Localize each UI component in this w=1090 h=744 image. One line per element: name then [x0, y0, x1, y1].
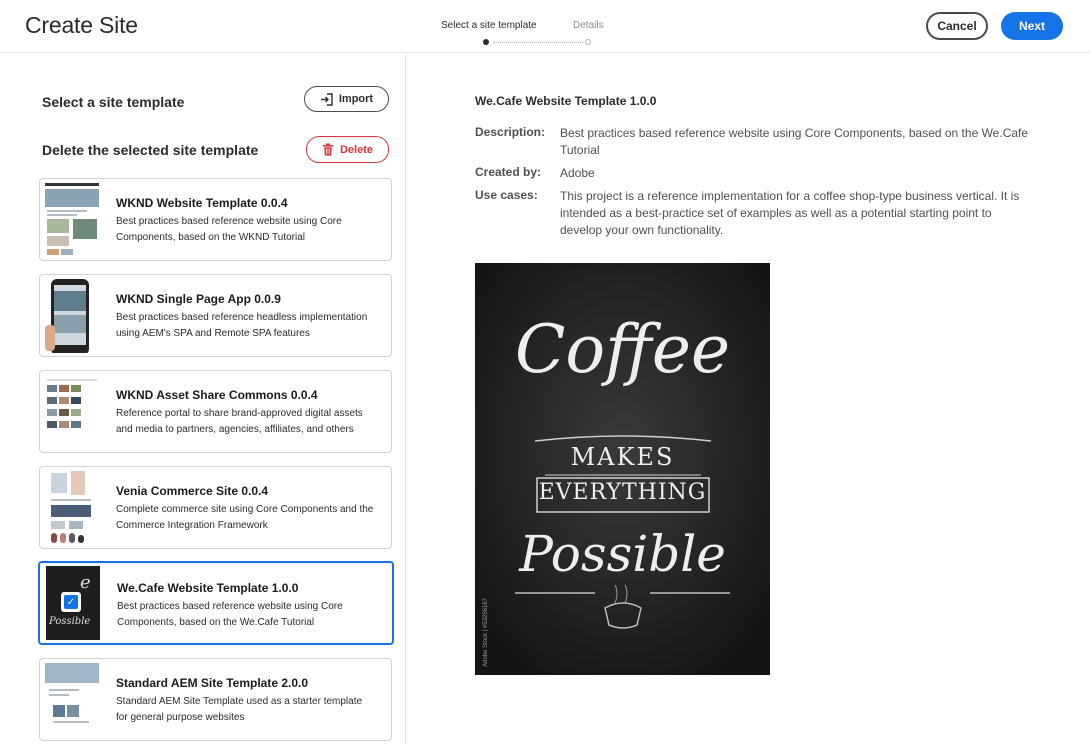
preview-possible-text: Possible: [519, 525, 726, 583]
step-dot-next: [585, 39, 591, 45]
wknd-website-thumbnail: [45, 183, 99, 257]
trash-icon: [322, 143, 333, 156]
wecafe-thumbnail: e Possible ✓: [46, 566, 100, 640]
template-card-wknd-asset-share[interactable]: WKND Asset Share Commons 0.0.4 Reference…: [39, 370, 392, 453]
standard-aem-thumbnail: [45, 663, 99, 737]
selected-checkbox[interactable]: ✓: [61, 592, 81, 612]
template-card-wknd-spa[interactable]: WKND Single Page App 0.0.9 Best practice…: [39, 274, 392, 357]
import-label: Import: [338, 93, 374, 105]
detail-title: We.Cafe Website Template 1.0.0: [475, 94, 657, 108]
preview-coffee-text: Coffee: [514, 311, 731, 388]
thumbnail-script-fragment: e: [80, 572, 91, 593]
preview-makes-text: MAKES: [570, 443, 675, 471]
page-header: Create Site Select a site template Detai…: [0, 0, 1090, 53]
use-cases-label: Use cases:: [475, 188, 538, 202]
template-card-venia-commerce[interactable]: Venia Commerce Site 0.0.4 Complete comme…: [39, 466, 392, 549]
preview-watermark: Adobe Stock | #53256167: [483, 598, 489, 667]
delete-button[interactable]: Delete: [306, 136, 389, 163]
template-title: WKND Single Page App 0.0.9: [116, 292, 281, 306]
template-preview-image: Coffee MAKES EVERYTHING Possible Adobe S…: [475, 263, 770, 675]
wknd-spa-thumbnail: [45, 279, 99, 353]
step-dotted-line: [493, 41, 583, 43]
description-label: Description:: [475, 125, 546, 139]
template-description: Best practices based reference website u…: [116, 216, 342, 243]
use-cases-value: This project is a reference implementati…: [560, 189, 1020, 237]
template-title: WKND Website Template 0.0.4: [116, 196, 288, 210]
venia-commerce-thumbnail: [45, 471, 99, 545]
template-description: Standard AEM Site Template used as a sta…: [116, 696, 363, 723]
template-card-standard-aem[interactable]: Standard AEM Site Template 2.0.0 Standar…: [39, 658, 392, 741]
step-details[interactable]: Details: [573, 20, 604, 31]
template-title: Standard AEM Site Template 2.0.0: [116, 676, 309, 690]
thumbnail-possible-text: Possible: [49, 616, 91, 627]
description-value: Best practices based reference website u…: [560, 126, 1029, 157]
step-progress-track: [483, 39, 593, 45]
template-description: Reference portal to share brand-approved…: [116, 408, 363, 435]
next-button[interactable]: Next: [1001, 12, 1063, 40]
step-select-template[interactable]: Select a site template: [441, 20, 537, 31]
page-title: Create Site: [25, 12, 138, 38]
delete-label: Delete: [339, 143, 374, 156]
checkmark-icon: ✓: [64, 595, 78, 609]
import-button[interactable]: Import: [304, 86, 389, 112]
template-title: We.Cafe Website Template 1.0.0: [117, 581, 299, 595]
cancel-button[interactable]: Cancel: [926, 12, 988, 40]
delete-template-heading: Delete the selected site template: [42, 142, 259, 158]
template-title: Venia Commerce Site 0.0.4: [116, 484, 269, 498]
template-card-wecafe[interactable]: e Possible ✓ We.Cafe Website Template 1.…: [38, 561, 394, 645]
template-title: WKND Asset Share Commons 0.0.4: [116, 388, 318, 402]
template-description: Best practices based reference website u…: [117, 601, 343, 628]
import-icon: [320, 92, 333, 106]
wknd-asset-share-thumbnail: [45, 375, 99, 449]
template-list-panel: Select a site template Import Delete the…: [0, 54, 406, 744]
select-template-heading: Select a site template: [42, 94, 185, 110]
template-card-wknd-website[interactable]: WKND Website Template 0.0.4 Best practic…: [39, 178, 392, 261]
created-by-label: Created by:: [475, 165, 542, 179]
created-by-value: Adobe: [560, 166, 595, 180]
template-description: Complete commerce site using Core Compon…: [116, 504, 374, 531]
step-dot-current: [483, 39, 489, 45]
template-description: Best practices based reference headless …: [116, 312, 368, 339]
preview-everything-text: EVERYTHING: [538, 480, 707, 505]
